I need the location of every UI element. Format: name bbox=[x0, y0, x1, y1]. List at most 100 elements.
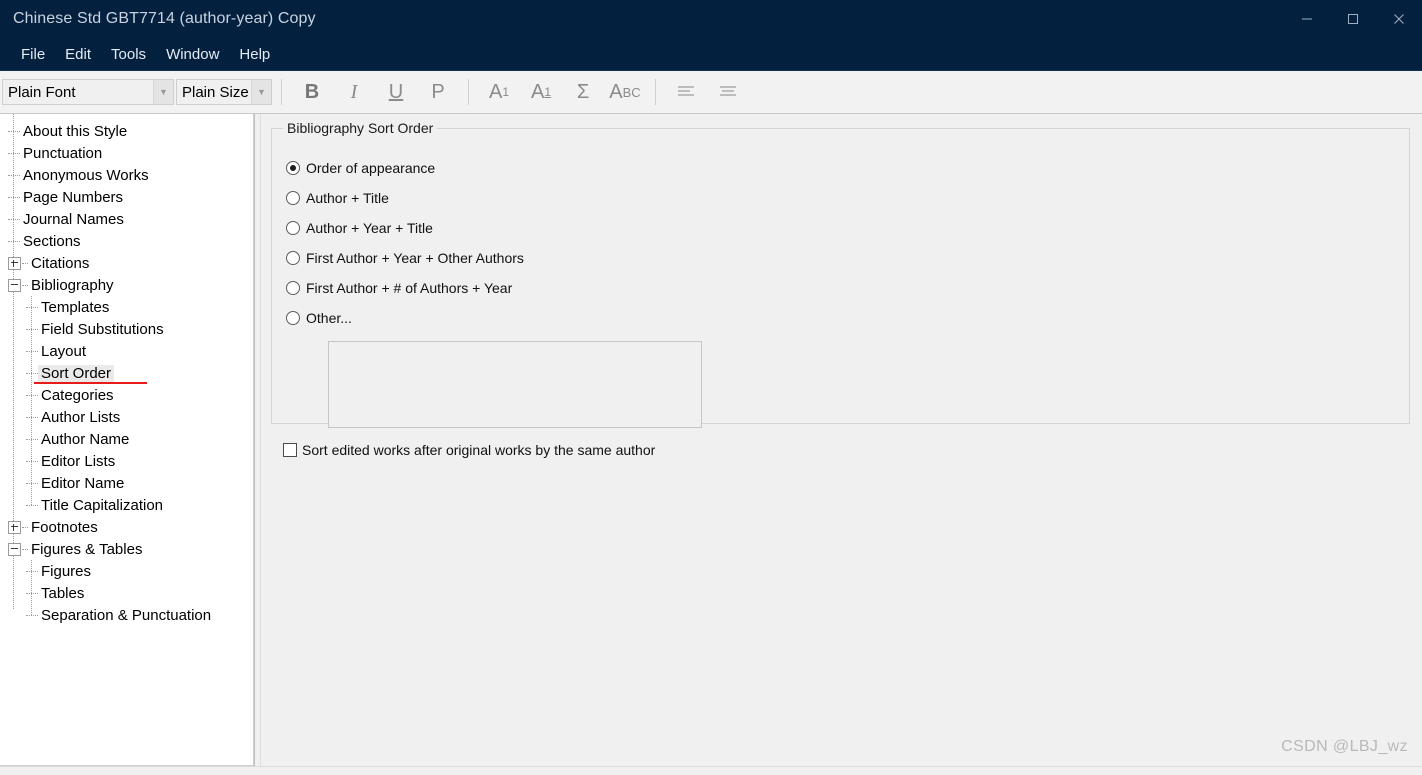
tree-item-label: Figures & Tables bbox=[31, 540, 143, 558]
tree-item-anonymous-works[interactable]: Anonymous Works bbox=[0, 164, 253, 186]
small-caps-rest: BC bbox=[622, 84, 641, 100]
tree-branch-line bbox=[26, 482, 38, 484]
menu-item-file[interactable]: File bbox=[11, 44, 55, 65]
tree-item-field-substitutions[interactable]: Field Substitutions bbox=[0, 318, 253, 340]
radio-row-other[interactable]: Other... bbox=[286, 303, 1409, 333]
radio-label-first-author-num-authors-year: First Author + # of Authors + Year bbox=[306, 280, 513, 296]
sort-order-radio-group: Order of appearance Author + Title Autho… bbox=[272, 147, 1409, 428]
radio-row-author-title[interactable]: Author + Title bbox=[286, 183, 1409, 213]
align-left-button[interactable] bbox=[665, 77, 707, 107]
toolbar-divider bbox=[281, 79, 282, 105]
radio-label-other: Other... bbox=[306, 310, 352, 326]
tree-branch-line bbox=[26, 504, 38, 506]
tree-item-templates[interactable]: Templates bbox=[0, 296, 253, 318]
menu-item-tools[interactable]: Tools bbox=[101, 44, 156, 65]
tree-branch-line bbox=[26, 394, 38, 396]
pane-splitter[interactable] bbox=[254, 114, 261, 766]
tree-item-editor-lists[interactable]: Editor Lists bbox=[0, 450, 253, 472]
radio-icon-author-title[interactable] bbox=[286, 191, 300, 205]
collapse-icon[interactable] bbox=[8, 542, 21, 556]
tree-item-categories[interactable]: Categories bbox=[0, 384, 253, 406]
tree-item-page-numbers[interactable]: Page Numbers bbox=[0, 186, 253, 208]
tree-item-label: Punctuation bbox=[23, 144, 103, 162]
tree-branch-line bbox=[26, 438, 38, 440]
chevron-down-icon[interactable]: ▼ bbox=[251, 80, 271, 104]
tree-item-figures-tables[interactable]: Figures & Tables bbox=[0, 538, 253, 560]
tree-item-label: Sort Order bbox=[38, 364, 115, 382]
italic-button[interactable]: I bbox=[333, 77, 375, 107]
tree-item-bibliography[interactable]: Bibliography bbox=[0, 274, 253, 296]
tree-item-journal-names[interactable]: Journal Names bbox=[0, 208, 253, 230]
tree-item-punctuation[interactable]: Punctuation bbox=[0, 142, 253, 164]
watermark: CSDN @LBJ_wz bbox=[1281, 738, 1408, 755]
radio-icon-order-of-appearance[interactable] bbox=[286, 161, 300, 175]
other-sort-order-input[interactable] bbox=[329, 342, 701, 427]
radio-row-author-year-title[interactable]: Author + Year + Title bbox=[286, 213, 1409, 243]
tree-branch-line bbox=[8, 218, 20, 220]
tree-item-citations[interactable]: Citations bbox=[0, 252, 253, 274]
radio-row-order-of-appearance[interactable]: Order of appearance bbox=[286, 153, 1409, 183]
group-title: Bibliography Sort Order bbox=[283, 120, 438, 136]
superscript-button[interactable]: A1 bbox=[478, 77, 520, 107]
minimize-button[interactable] bbox=[1284, 0, 1330, 38]
underline-button[interactable]: U bbox=[375, 77, 417, 107]
radio-label-author-title: Author + Title bbox=[306, 190, 389, 206]
tree-item-label: Author Name bbox=[41, 430, 130, 448]
tree-item-figures[interactable]: Figures bbox=[0, 560, 253, 582]
tree-item-title-capitalization[interactable]: Title Capitalization bbox=[0, 494, 253, 516]
radio-icon-other[interactable] bbox=[286, 311, 300, 325]
tree-item-sections[interactable]: Sections bbox=[0, 230, 253, 252]
expand-icon[interactable] bbox=[8, 520, 21, 534]
tree-branch-line bbox=[8, 174, 20, 176]
tree-item-footnotes[interactable]: Footnotes bbox=[0, 516, 253, 538]
tree-item-separation-punctuation[interactable]: Separation & Punctuation bbox=[0, 604, 253, 626]
tree-item-about-this-style[interactable]: About this Style bbox=[0, 120, 253, 142]
sort-edited-works-label: Sort edited works after original works b… bbox=[302, 442, 656, 458]
menu-item-window[interactable]: Window bbox=[156, 44, 229, 65]
small-caps-base: A bbox=[609, 81, 623, 103]
bibliography-sort-order-group: Bibliography Sort Order Order of appeara… bbox=[271, 120, 1410, 428]
radio-icon-first-author-num-authors-year[interactable] bbox=[286, 281, 300, 295]
expand-icon[interactable] bbox=[8, 256, 21, 270]
bold-button[interactable]: B bbox=[291, 77, 333, 107]
align-center-icon bbox=[720, 86, 736, 96]
chevron-down-icon[interactable]: ▼ bbox=[153, 80, 173, 104]
tree-branch-line bbox=[26, 460, 38, 462]
tree-item-label: Footnotes bbox=[31, 518, 98, 536]
align-left-icon bbox=[678, 86, 694, 96]
align-center-button[interactable] bbox=[707, 77, 749, 107]
close-button[interactable] bbox=[1376, 0, 1422, 38]
style-tree-pane: About this Style Punctuation Anonymous Wor… bbox=[0, 114, 254, 766]
tree-item-layout[interactable]: Layout bbox=[0, 340, 253, 362]
menu-item-edit[interactable]: Edit bbox=[55, 44, 101, 65]
tree-item-editor-name[interactable]: Editor Name bbox=[0, 472, 253, 494]
sigma-button[interactable]: Σ bbox=[562, 77, 604, 107]
tree-item-label: Sections bbox=[23, 232, 81, 250]
collapse-icon[interactable] bbox=[8, 278, 21, 292]
radio-icon-first-author-year-other-authors[interactable] bbox=[286, 251, 300, 265]
style-tree: About this Style Punctuation Anonymous Wor… bbox=[0, 114, 253, 626]
small-caps-button[interactable]: A BC bbox=[604, 77, 646, 107]
plain-button[interactable]: P bbox=[417, 77, 459, 107]
sort-edited-works-checkbox[interactable] bbox=[283, 443, 297, 457]
settings-pane: Bibliography Sort Order Order of appeara… bbox=[261, 114, 1422, 766]
radio-label-author-year-title: Author + Year + Title bbox=[306, 220, 433, 236]
maximize-button[interactable] bbox=[1330, 0, 1376, 38]
tree-item-label: Tables bbox=[41, 584, 85, 602]
tree-item-author-name[interactable]: Author Name bbox=[0, 428, 253, 450]
menu-item-help[interactable]: Help bbox=[229, 44, 280, 65]
superscript-base: A bbox=[488, 81, 503, 103]
font-select[interactable]: Plain Font ▼ bbox=[2, 79, 174, 105]
tree-item-sort-order[interactable]: Sort Order bbox=[0, 362, 253, 384]
size-select[interactable]: Plain Size ▼ bbox=[176, 79, 272, 105]
tree-item-tables[interactable]: Tables bbox=[0, 582, 253, 604]
radio-row-first-author-year-other-authors[interactable]: First Author + Year + Other Authors bbox=[286, 243, 1409, 273]
subscript-button[interactable]: A1 bbox=[520, 77, 562, 107]
sort-edited-works-row[interactable]: Sort edited works after original works b… bbox=[283, 442, 1414, 458]
radio-icon-author-year-title[interactable] bbox=[286, 221, 300, 235]
radio-row-first-author-num-authors-year[interactable]: First Author + # of Authors + Year bbox=[286, 273, 1409, 303]
size-select-value: Plain Size bbox=[182, 83, 249, 101]
tree-item-author-lists[interactable]: Author Lists bbox=[0, 406, 253, 428]
other-sort-order-box[interactable] bbox=[328, 341, 702, 428]
tree-branch-line bbox=[8, 130, 20, 132]
